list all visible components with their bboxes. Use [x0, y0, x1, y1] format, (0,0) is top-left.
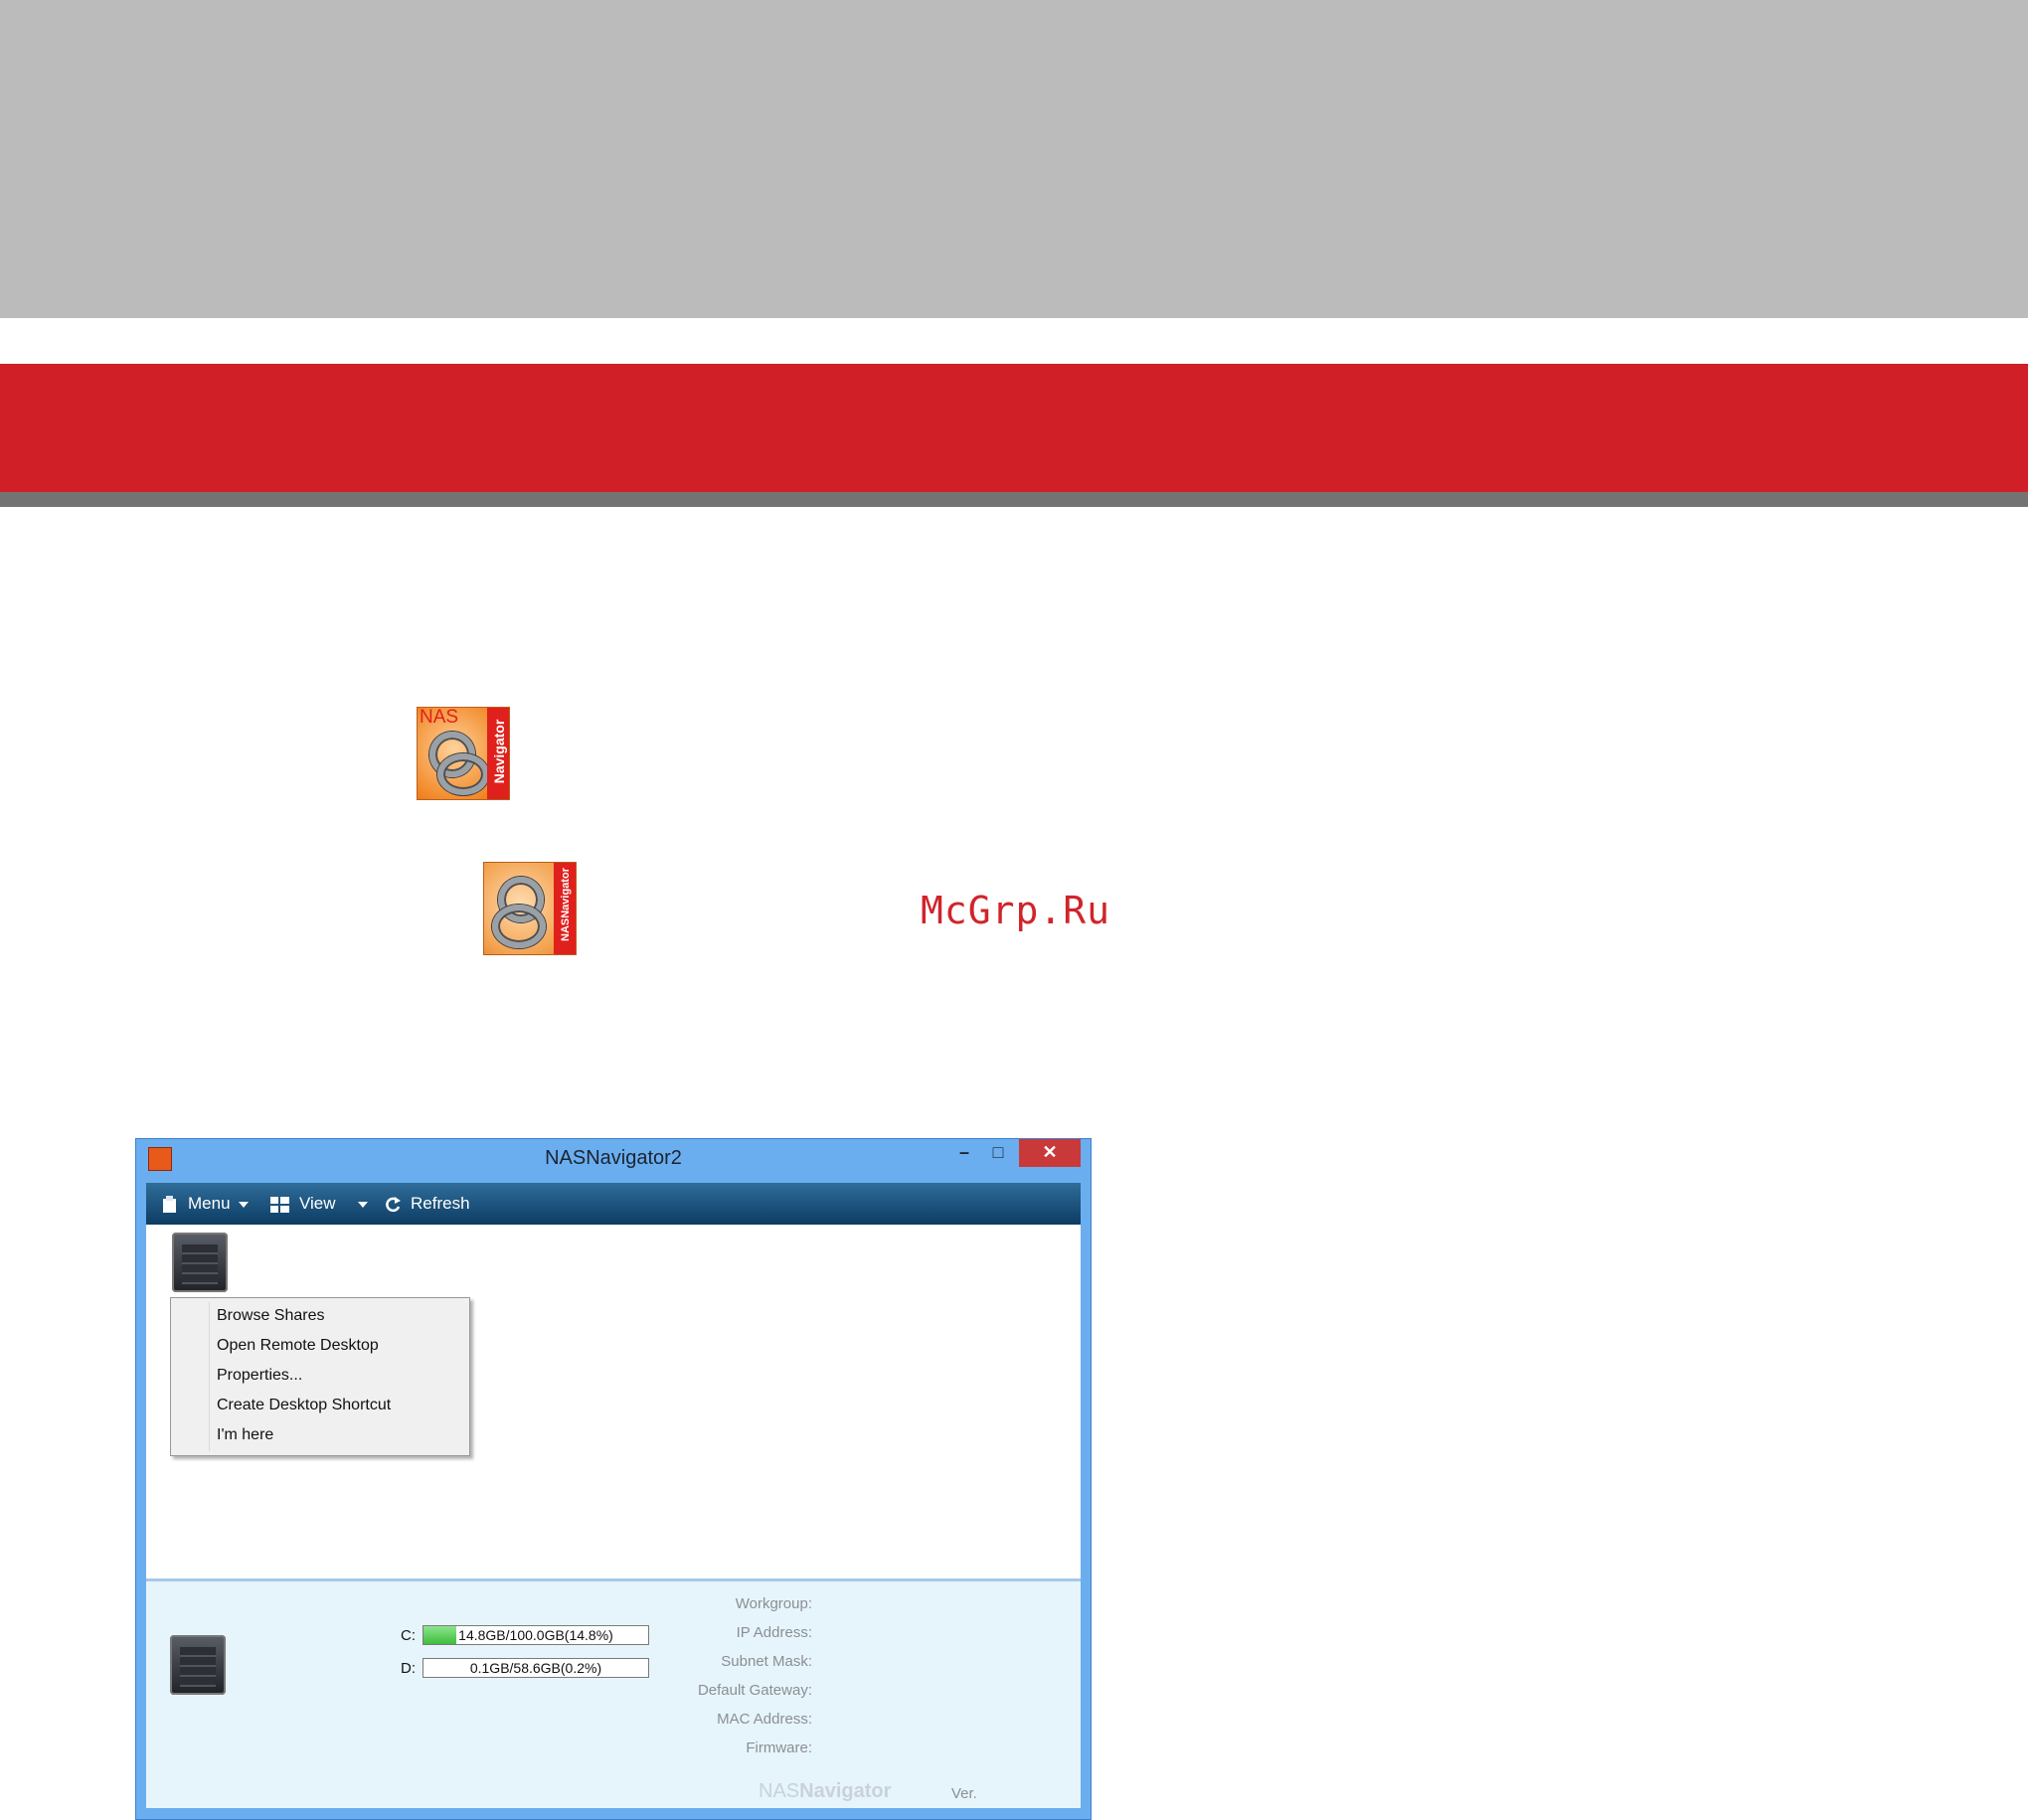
version-label: Ver.: [951, 1785, 977, 1802]
workgroup-label: Workgroup:: [524, 1595, 812, 1612]
maximize-button[interactable]: □: [983, 1139, 1013, 1167]
device-info-panel: C: 14.8GB/100.0GB(14.8%) D: 0.1GB/58.6GB…: [146, 1581, 1081, 1808]
menu-button[interactable]: Menu: [160, 1183, 249, 1225]
icon-side-text: Navigator: [491, 707, 507, 797]
refresh-button[interactable]: Refresh: [383, 1183, 470, 1225]
close-button[interactable]: ✕: [1019, 1139, 1081, 1167]
menu-icon: [160, 1195, 180, 1215]
default-gateway-label: Default Gateway:: [524, 1682, 812, 1699]
icon-side-text: NASNavigator: [560, 862, 572, 950]
icon-corner-text: NAS: [420, 707, 458, 729]
nas-device-icon: [170, 1635, 226, 1695]
refresh-icon: [383, 1195, 403, 1215]
chevron-down-icon: [239, 1202, 249, 1208]
drive-c-label: C:: [401, 1627, 416, 1644]
nasnavigator-logo: NASNavigator: [759, 1780, 891, 1803]
menu-label: Menu: [188, 1194, 231, 1213]
view-grid-icon: [269, 1195, 291, 1215]
menu-item-im-here[interactable]: I'm here: [217, 1426, 273, 1444]
window-title: NASNavigator2: [136, 1147, 1091, 1170]
watermark: McGrp.Ru: [921, 889, 1110, 932]
chevron-down-icon: [358, 1202, 368, 1208]
refresh-label: Refresh: [411, 1194, 470, 1213]
ring-icon: [437, 753, 489, 795]
nasnavigator2-window: NASNavigator2 – □ ✕ Menu View Refresh Br…: [135, 1138, 1092, 1820]
title-bar[interactable]: NASNavigator2 – □ ✕: [136, 1139, 1091, 1179]
ip-address-label: IP Address:: [524, 1624, 812, 1641]
drive-d-label: D:: [401, 1660, 416, 1677]
nas-navigator2-app-icon: NASNavigator: [483, 862, 577, 955]
mac-address-label: MAC Address:: [524, 1711, 812, 1728]
subnet-mask-label: Subnet Mask:: [524, 1653, 812, 1670]
device-list-area: Browse Shares Open Remote Desktop Proper…: [146, 1225, 1081, 1578]
view-label: View: [299, 1194, 336, 1213]
nas-device-icon[interactable]: [172, 1233, 228, 1292]
menu-item-create-desktop-shortcut[interactable]: Create Desktop Shortcut: [217, 1397, 391, 1414]
view-button[interactable]: View: [269, 1183, 368, 1225]
header-dark-strip: [0, 492, 2028, 507]
firmware-label: Firmware:: [524, 1739, 812, 1756]
toolbar: Menu View Refresh: [146, 1183, 1081, 1225]
menu-item-open-remote-desktop[interactable]: Open Remote Desktop: [217, 1337, 379, 1355]
menu-item-browse-shares[interactable]: Browse Shares: [217, 1307, 325, 1325]
menu-item-properties[interactable]: Properties...: [217, 1367, 302, 1385]
header-red-band: [0, 364, 2028, 492]
nas-navigator-app-icon: NAS Navigator: [417, 707, 510, 800]
header-gray-band: [0, 0, 2028, 318]
minimize-button[interactable]: –: [949, 1139, 979, 1167]
context-menu: Browse Shares Open Remote Desktop Proper…: [170, 1297, 470, 1456]
ring-icon: [492, 905, 546, 948]
